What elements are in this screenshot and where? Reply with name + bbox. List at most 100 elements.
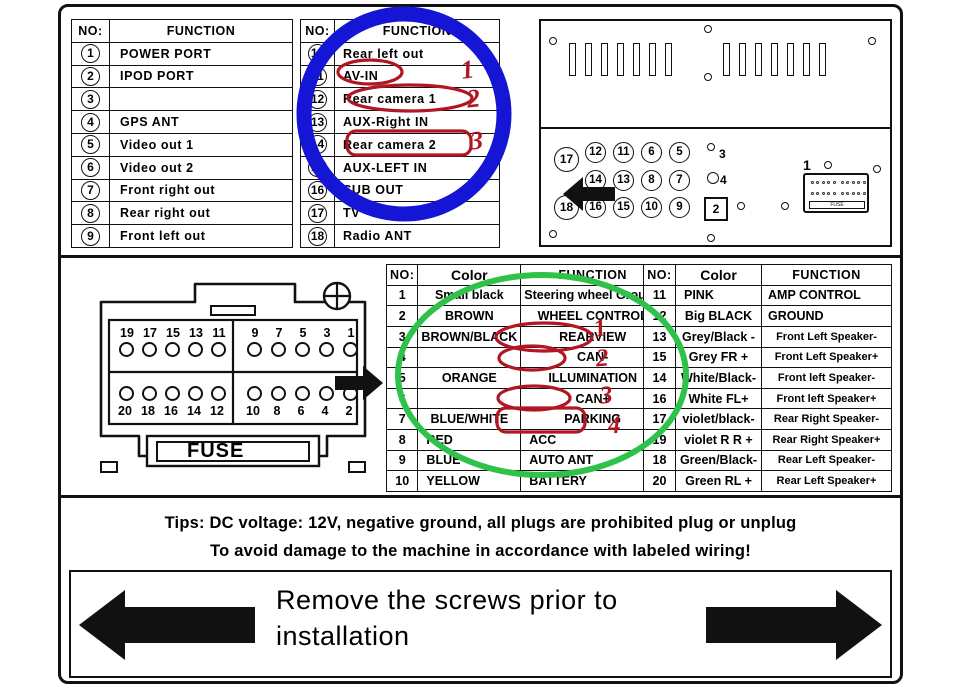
plug-hole xyxy=(119,342,134,357)
rca-jack[interactable]: 5 xyxy=(669,142,690,163)
table-row: 5 ORANGE ILLUMINATION xyxy=(385,367,666,389)
table-row: 3 xyxy=(71,87,293,112)
plug-pin-label: 4 xyxy=(321,404,329,418)
table-row: 18 Radio ANT xyxy=(300,224,500,248)
pin-row xyxy=(811,181,836,184)
pin-number: 15 xyxy=(308,158,327,178)
pin-number: 7 xyxy=(81,180,100,200)
rca-jack[interactable]: 6 xyxy=(641,142,662,163)
plug-pin-label: 1 xyxy=(347,326,355,340)
vent-group-right xyxy=(723,43,826,76)
pin-row xyxy=(841,181,866,184)
wire-color: BLUE xyxy=(417,449,522,472)
screw-hole xyxy=(549,230,557,238)
table-row: 4 CAN- xyxy=(385,346,666,369)
table-row: 2 IPOD PORT xyxy=(71,64,293,89)
plug-hole xyxy=(188,386,203,401)
tips-line-1: Tips: DC voltage: 12V, negative ground, … xyxy=(164,514,797,532)
rca-jack[interactable]: 12 xyxy=(585,142,606,163)
pin-function: SUB OUT xyxy=(334,178,500,203)
plug-pin-label: 7 xyxy=(275,326,283,340)
pin-number: 12 xyxy=(308,89,327,109)
table-row: 3 BROWN/BLACK REARVIEW xyxy=(385,325,666,348)
pin-number: 17 xyxy=(308,203,327,223)
screw-hole xyxy=(868,37,876,45)
wire-color: YELLOW xyxy=(417,470,522,492)
table-row: 17 violet/black- Rear Right Speaker- xyxy=(643,408,892,430)
vent-slot xyxy=(739,43,746,76)
red-mark-bottom-2: 2 xyxy=(595,344,610,373)
red-mark-bottom-4: 4 xyxy=(607,411,622,440)
panel-label-2[interactable]: 2 xyxy=(704,197,728,221)
red-mark-bottom-3: 3 xyxy=(598,381,614,410)
pin-function xyxy=(109,87,293,112)
vent-group-left xyxy=(569,43,672,76)
fuse-label: FUSE xyxy=(187,440,245,462)
vent-slot xyxy=(755,43,762,76)
table-row: 19 violet R R + Rear Right Speaker+ xyxy=(643,429,892,451)
wire-number: 2 xyxy=(385,305,419,327)
plug-hole xyxy=(319,386,334,401)
pin-function: Rear right out xyxy=(109,201,293,226)
table-header-function: FUNCTION xyxy=(109,19,293,43)
plug-hole xyxy=(142,386,157,401)
vent-slot xyxy=(569,43,576,76)
banner-arrow-left-icon xyxy=(79,590,255,660)
wire-number: 7 xyxy=(385,408,419,430)
pin-row xyxy=(841,192,866,195)
table-header-no: NO: xyxy=(300,19,335,43)
wire-function: Rear Left Speaker- xyxy=(761,449,892,472)
screw-hole xyxy=(873,165,881,173)
wire-number: 9 xyxy=(385,449,419,472)
pin-function: GPS ANT xyxy=(109,110,293,134)
wire-number: 13 xyxy=(643,325,676,348)
plug-pin-label: 6 xyxy=(297,404,305,418)
wire-color-table-left: NO: Color FUNCTION 1 Small black Steerin… xyxy=(385,264,666,492)
wire-color: Big BLACK xyxy=(675,305,762,327)
plug-hole xyxy=(188,342,203,357)
table-row: 11 PINK AMP CONTROL xyxy=(643,284,892,307)
mid-section: 19 17 15 13 11 9 7 5 3 1 20 18 16 14 12 … xyxy=(61,255,900,495)
iso-plug-diagram: 19 17 15 13 11 9 7 5 3 1 20 18 16 14 12 … xyxy=(99,276,367,474)
pin-function: Rear left out xyxy=(334,41,500,66)
wire-color: Small black xyxy=(417,284,522,307)
screw-hole xyxy=(549,37,557,45)
pointer-arrow-left xyxy=(563,177,615,211)
plug-pin-label: 2 xyxy=(345,404,353,418)
wire-color xyxy=(417,387,522,410)
wire-color: White FL+ xyxy=(675,387,762,410)
wire-number: 19 xyxy=(643,429,676,451)
tips-line-2: To avoid damage to the machine in accord… xyxy=(210,542,751,560)
vent-slot xyxy=(819,43,826,76)
plug-hole xyxy=(165,386,180,401)
rear-panel-upper xyxy=(541,21,890,129)
power-connector-socket[interactable]: FUSE xyxy=(803,173,869,213)
table-row: 13 Grey/Black - Front Left Speaker- xyxy=(643,325,892,348)
wire-number: 14 xyxy=(643,367,676,389)
pin-number: 11 xyxy=(308,66,327,86)
rca-jack[interactable]: 9 xyxy=(669,197,690,218)
plug-hole xyxy=(295,386,310,401)
wire-number: 4 xyxy=(385,346,419,369)
wire-color: PINK xyxy=(675,284,762,307)
rca-jack[interactable]: 11 xyxy=(613,142,634,163)
wire-color: Green RL + xyxy=(675,470,762,492)
table-row: 1 POWER PORT xyxy=(71,41,293,66)
rca-jack[interactable]: 8 xyxy=(641,170,662,191)
table-row: 8 RED ACC xyxy=(385,429,666,451)
plug-hole xyxy=(319,342,334,357)
plug-pin-label: 18 xyxy=(141,404,155,418)
pin-number: 3 xyxy=(81,89,100,109)
plug-hole xyxy=(343,342,358,357)
rca-jack[interactable]: 10 xyxy=(641,197,662,218)
vent-slot xyxy=(633,43,640,76)
table-row: 17 TV xyxy=(300,201,500,226)
pin-function: POWER PORT xyxy=(109,41,293,66)
rca-jack[interactable]: 7 xyxy=(669,170,690,191)
table-header-function: FUNCTION xyxy=(334,19,500,43)
table-row: 6 Video out 2 xyxy=(71,155,293,180)
rca-jack[interactable]: 17 xyxy=(554,147,579,172)
vent-slot xyxy=(771,43,778,76)
table-header-color: Color xyxy=(417,264,522,286)
wire-number: 6 xyxy=(385,387,419,410)
